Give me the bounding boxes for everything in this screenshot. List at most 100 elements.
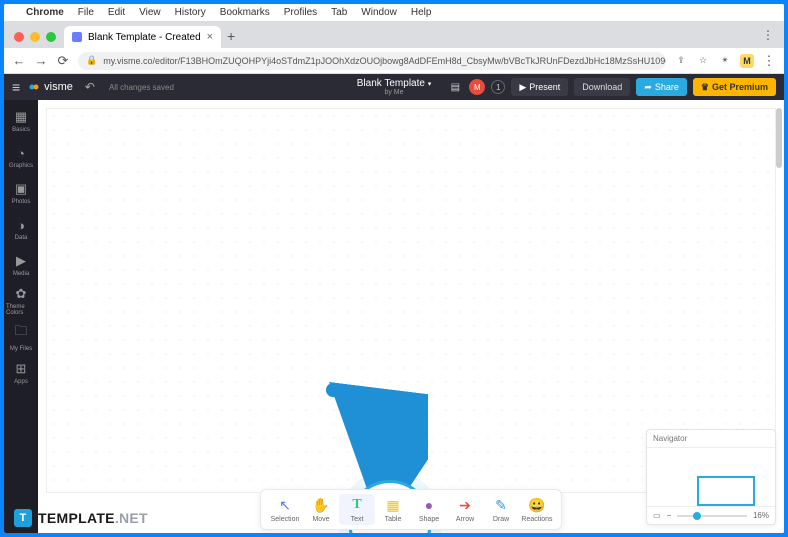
menu-file[interactable]: File bbox=[78, 7, 94, 18]
play-icon: ▶ bbox=[519, 82, 526, 93]
navigator-title: Navigator bbox=[647, 430, 775, 448]
bottom-toolbar: ↖Selection ✋Move TText ▦Table ●Shape ➔Ar… bbox=[260, 489, 562, 530]
vertical-scrollbar[interactable] bbox=[776, 108, 782, 493]
zoom-slider[interactable] bbox=[677, 515, 747, 517]
folder-icon: 🗀 bbox=[14, 322, 27, 344]
tabstrip-overflow-icon[interactable]: ⋮ bbox=[762, 28, 784, 48]
zoom-controls: ▭ − 16% bbox=[647, 506, 775, 524]
forward-button[interactable]: → bbox=[34, 53, 48, 68]
pie-icon: ◔ bbox=[17, 146, 25, 161]
text-icon: T bbox=[348, 496, 366, 514]
tool-text[interactable]: TText bbox=[339, 494, 375, 525]
tool-arrow[interactable]: ➔Arrow bbox=[447, 494, 483, 525]
zoom-value: 16% bbox=[753, 511, 769, 520]
template-net-watermark: T TEMPLATE.NET bbox=[14, 509, 148, 527]
zoom-out-icon[interactable]: − bbox=[667, 511, 672, 520]
share-arrow-icon: ➦ bbox=[644, 82, 652, 93]
tool-shape[interactable]: ●Shape bbox=[411, 494, 447, 525]
menu-help[interactable]: Help bbox=[411, 7, 432, 18]
visme-logo[interactable]: visme bbox=[28, 81, 73, 93]
hamburger-icon[interactable]: ≡ bbox=[12, 79, 20, 95]
sidebar-item-media[interactable]: ▶Media bbox=[6, 248, 36, 282]
present-button[interactable]: ▶Present bbox=[511, 78, 568, 96]
tool-selection[interactable]: ↖Selection bbox=[267, 494, 303, 525]
user-avatar[interactable]: M bbox=[469, 79, 485, 95]
tool-table[interactable]: ▦Table bbox=[375, 494, 411, 525]
shape-icon: ● bbox=[420, 496, 438, 514]
new-tab-button[interactable]: + bbox=[221, 28, 241, 48]
comment-icon[interactable]: ▤ bbox=[447, 79, 463, 95]
maximize-window-icon[interactable] bbox=[46, 32, 56, 42]
undo-icon[interactable]: ↶ bbox=[85, 80, 95, 94]
navigator-viewport-box[interactable] bbox=[697, 476, 755, 506]
sidebar-item-apps[interactable]: ⊞Apps bbox=[6, 356, 36, 390]
callout-label: Text bbox=[379, 531, 401, 533]
tool-draw[interactable]: ✎Draw bbox=[483, 494, 519, 525]
hand-icon: ✋ bbox=[312, 496, 330, 514]
sidebar-item-photos[interactable]: ▣Photos bbox=[6, 176, 36, 210]
pen-icon: ✎ bbox=[492, 496, 510, 514]
sidebar-item-basics[interactable]: ▦Basics bbox=[6, 104, 36, 138]
sidebar-item-graphics[interactable]: ◔Graphics bbox=[6, 140, 36, 174]
macos-menu-bar: Chrome File Edit View History Bookmarks … bbox=[4, 4, 784, 22]
tool-reactions[interactable]: 😀Reactions bbox=[519, 494, 555, 525]
bookmark-star-icon[interactable]: ☆ bbox=[696, 54, 710, 68]
cursor-icon: ↖ bbox=[276, 496, 294, 514]
canvas-area[interactable]: T Text ↖Selection ✋Move TText ▦Table ●Sh… bbox=[38, 100, 784, 533]
reload-button[interactable]: ⟳ bbox=[56, 53, 70, 69]
menu-chrome[interactable]: Chrome bbox=[26, 7, 64, 18]
visme-topbar: ≡ visme ↶ All changes saved Blank Templa… bbox=[4, 74, 784, 100]
profile-badge[interactable]: M bbox=[740, 54, 754, 68]
visme-mark-icon bbox=[28, 81, 40, 93]
tab-close-icon[interactable]: × bbox=[207, 31, 213, 43]
menu-profiles[interactable]: Profiles bbox=[284, 7, 317, 18]
visme-logo-text: visme bbox=[44, 81, 73, 93]
navigator-panel: Navigator ▭ − 16% bbox=[646, 429, 776, 525]
menu-bookmarks[interactable]: Bookmarks bbox=[220, 7, 270, 18]
back-button[interactable]: ← bbox=[12, 53, 26, 68]
window-controls bbox=[10, 32, 64, 48]
tab-favicon bbox=[72, 32, 82, 42]
chrome-toolbar: ← → ⟳ 🔒 my.visme.co/editor/F13BHOmZUQOHP… bbox=[4, 48, 784, 74]
close-window-icon[interactable] bbox=[14, 32, 24, 42]
sidebar-item-theme[interactable]: ✿Theme Colors bbox=[6, 284, 36, 318]
chrome-menu-icon[interactable]: ⋮ bbox=[762, 53, 776, 69]
menu-tab[interactable]: Tab bbox=[331, 7, 347, 18]
share-button[interactable]: ➦Share bbox=[636, 78, 687, 96]
fit-icon[interactable]: ▭ bbox=[653, 511, 661, 520]
chrome-tab-strip: Blank Template - Created × + ⋮ bbox=[4, 22, 784, 48]
navigator-preview[interactable] bbox=[647, 448, 775, 506]
menu-edit[interactable]: Edit bbox=[108, 7, 125, 18]
menu-history[interactable]: History bbox=[175, 7, 206, 18]
menu-view[interactable]: View bbox=[139, 7, 161, 18]
arrow-icon: ➔ bbox=[456, 496, 474, 514]
palette-icon: ✿ bbox=[16, 286, 27, 302]
sidebar-item-data[interactable]: ◑Data bbox=[6, 212, 36, 246]
watermark-icon: T bbox=[14, 509, 32, 527]
sidebar-item-myfiles[interactable]: 🗀My Files bbox=[6, 320, 36, 354]
save-status: All changes saved bbox=[109, 83, 174, 92]
left-sidebar: ▦Basics ◔Graphics ▣Photos ◑Data ▶Media ✿… bbox=[4, 100, 38, 533]
emoji-icon: 😀 bbox=[528, 496, 546, 514]
document-subtitle: by Me bbox=[357, 89, 432, 96]
video-icon: ▶ bbox=[16, 253, 26, 269]
document-title-area[interactable]: Blank Template ▾ by Me bbox=[357, 78, 432, 96]
extensions-icon[interactable]: ✴ bbox=[718, 54, 732, 68]
url-text: my.visme.co/editor/F13BHOmZUQOHPYji4oSTd… bbox=[103, 56, 666, 66]
share-icon[interactable]: ⇪ bbox=[674, 54, 688, 68]
document-title: Blank Template ▾ bbox=[357, 78, 432, 89]
crown-icon: ♛ bbox=[701, 82, 709, 93]
minimize-window-icon[interactable] bbox=[30, 32, 40, 42]
browser-tab[interactable]: Blank Template - Created × bbox=[64, 26, 221, 48]
info-badge[interactable]: 1 bbox=[491, 80, 505, 94]
menu-window[interactable]: Window bbox=[361, 7, 397, 18]
download-button[interactable]: Download bbox=[574, 78, 630, 96]
address-bar[interactable]: 🔒 my.visme.co/editor/F13BHOmZUQOHPYji4oS… bbox=[78, 52, 666, 70]
visme-app: ≡ visme ↶ All changes saved Blank Templa… bbox=[4, 74, 784, 533]
tool-move[interactable]: ✋Move bbox=[303, 494, 339, 525]
scrollbar-thumb[interactable] bbox=[776, 108, 782, 168]
apps-icon: ⊞ bbox=[16, 361, 27, 377]
table-icon: ▦ bbox=[384, 496, 402, 514]
get-premium-button[interactable]: ♛Get Premium bbox=[693, 78, 776, 96]
zoom-slider-thumb[interactable] bbox=[693, 512, 701, 520]
